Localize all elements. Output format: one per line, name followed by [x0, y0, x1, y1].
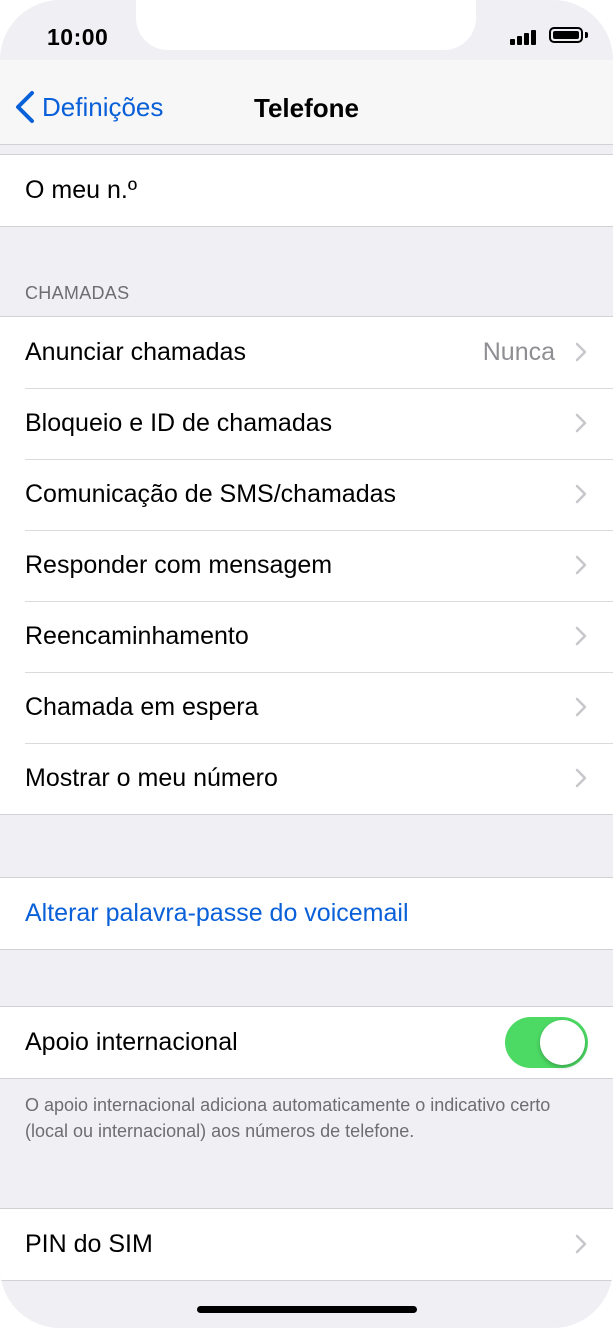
row-label: Responder com mensagem	[25, 551, 333, 579]
change-voicemail-password-row[interactable]: Alterar palavra-passe do voicemail	[0, 878, 613, 949]
page-title: Telefone	[254, 93, 359, 123]
row-label: Chamada em espera	[25, 693, 259, 721]
international-assist-label: Apoio internacional	[25, 1028, 238, 1056]
row-announce-calls[interactable]: Anunciar chamadas Nunca	[0, 317, 613, 388]
row-call-waiting[interactable]: Chamada em espera	[0, 672, 613, 743]
chevron-right-icon	[575, 484, 587, 504]
calls-section-header: CHAMADAS	[25, 283, 130, 303]
row-label: Reencaminhamento	[25, 622, 249, 650]
home-indicator[interactable]	[197, 1306, 417, 1313]
row-respond-with-text[interactable]: Responder com mensagem	[0, 530, 613, 601]
change-voicemail-password-link[interactable]: Alterar palavra-passe do voicemail	[25, 899, 409, 928]
row-label: Bloqueio e ID de chamadas	[25, 409, 333, 437]
battery-tip	[585, 32, 588, 38]
my-number-row[interactable]: O meu n.º	[0, 155, 613, 226]
chevron-right-icon	[575, 626, 587, 646]
chevron-right-icon	[575, 1234, 587, 1254]
chevron-right-icon	[575, 413, 587, 433]
notch	[136, 0, 476, 50]
row-label: Anunciar chamadas	[25, 338, 246, 366]
calls-group: Anunciar chamadas Nunca Bloqueio e ID de…	[0, 316, 613, 815]
international-assist-footer: O apoio internacional adiciona automatic…	[25, 1095, 551, 1141]
row-show-my-caller-id[interactable]: Mostrar o meu número	[0, 743, 613, 814]
chevron-right-icon	[575, 555, 587, 575]
my-number-label: O meu n.º	[25, 176, 137, 204]
battery-icon	[549, 27, 583, 43]
international-assist-group: Apoio internacional	[0, 1006, 613, 1079]
status-time: 10:00	[47, 24, 109, 50]
chevron-right-icon	[575, 697, 587, 717]
my-number-group: O meu n.º	[0, 154, 613, 227]
voicemail-group: Alterar palavra-passe do voicemail	[0, 877, 613, 950]
row-call-blocking[interactable]: Bloqueio e ID de chamadas	[0, 388, 613, 459]
row-value: Nunca	[482, 338, 555, 366]
toggle-knob	[540, 1020, 585, 1065]
sim-pin-group: PIN do SIM	[0, 1208, 613, 1281]
status-bar: 10:00	[0, 0, 613, 60]
row-sms-calls[interactable]: Comunicação de SMS/chamadas	[0, 459, 613, 530]
row-call-forwarding[interactable]: Reencaminhamento	[0, 601, 613, 672]
row-label: Mostrar o meu número	[25, 764, 278, 792]
signal-icon	[510, 29, 540, 45]
chevron-right-icon	[575, 768, 587, 788]
international-assist-row: Apoio internacional	[0, 1007, 613, 1078]
chevron-right-icon	[575, 342, 587, 362]
sim-pin-row[interactable]: PIN do SIM	[0, 1209, 613, 1280]
navigation-bar: Definições Telefone	[0, 60, 613, 145]
phone-screen: 10:00 Definições Telefone O meu n.º CHAM…	[0, 0, 613, 1328]
row-label: Comunicação de SMS/chamadas	[25, 480, 397, 508]
international-assist-toggle[interactable]	[505, 1017, 588, 1068]
sim-pin-label: PIN do SIM	[25, 1230, 153, 1258]
